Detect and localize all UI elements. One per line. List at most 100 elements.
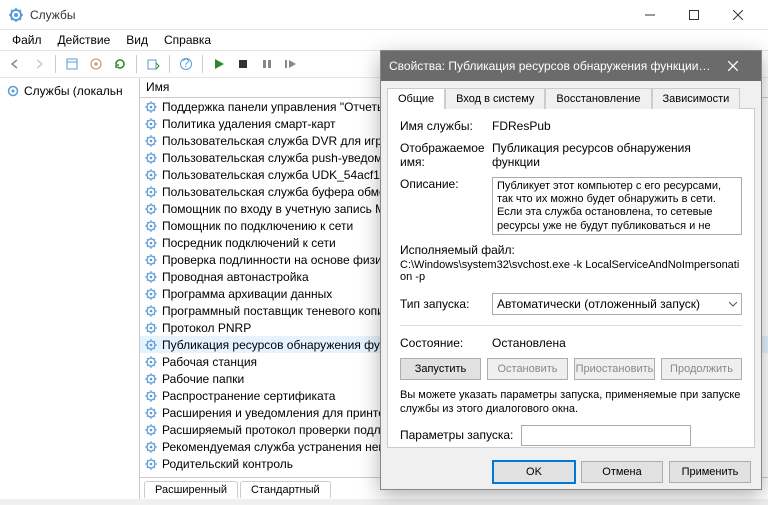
- gear-icon: [144, 423, 158, 437]
- gear-icon: [144, 338, 158, 352]
- dialog-pause-button: Приостановить: [574, 358, 655, 380]
- back-button[interactable]: [4, 53, 26, 75]
- statusbar: [0, 499, 768, 505]
- restart-service-button[interactable]: [280, 53, 302, 75]
- service-name-text: Политика удаления смарт-карт: [162, 117, 336, 131]
- dialog-close-button[interactable]: [713, 51, 753, 81]
- gear-icon: [144, 185, 158, 199]
- label-start-params: Параметры запуска:: [400, 428, 513, 442]
- dialog-tab-recovery[interactable]: Восстановление: [545, 88, 651, 109]
- forward-button[interactable]: [28, 53, 50, 75]
- tb-icon-1[interactable]: [61, 53, 83, 75]
- gear-icon: [144, 304, 158, 318]
- dialog-title: Свойства: Публикация ресурсов обнаружени…: [389, 59, 713, 73]
- service-name-text: Проводная автонастройка: [162, 270, 309, 284]
- dialog-tab-logon[interactable]: Вход в систему: [445, 88, 545, 109]
- dialog-cancel-button[interactable]: Отмена: [581, 461, 663, 483]
- dialog-note: Вы можете указать параметры запуска, при…: [400, 388, 742, 417]
- services-icon: [6, 84, 20, 98]
- label-state: Состояние:: [400, 336, 492, 350]
- gear-icon: [144, 236, 158, 250]
- gear-icon: [144, 406, 158, 420]
- gear-icon: [144, 355, 158, 369]
- gear-icon: [144, 151, 158, 165]
- gear-icon: [144, 168, 158, 182]
- dialog-titlebar[interactable]: Свойства: Публикация ресурсов обнаружени…: [381, 51, 761, 81]
- label-display-name: Отображаемое имя:: [400, 141, 492, 169]
- close-button[interactable]: [716, 0, 760, 30]
- dialog-footer: OK Отмена Применить: [381, 454, 761, 490]
- gear-icon: [144, 100, 158, 114]
- sidebar-root-node[interactable]: Службы (локальн: [4, 82, 135, 100]
- service-name-text: Родительский контроль: [162, 457, 293, 471]
- chevron-down-icon: [729, 300, 737, 308]
- value-display-name: Публикация ресурсов обнаружения функции: [492, 141, 742, 169]
- gear-icon: [144, 117, 158, 131]
- start-params-input[interactable]: [521, 425, 691, 446]
- menu-view[interactable]: Вид: [118, 31, 156, 49]
- gear-icon: [144, 321, 158, 335]
- gear-icon: [144, 219, 158, 233]
- stop-service-button[interactable]: [232, 53, 254, 75]
- tb-refresh-icon[interactable]: [109, 53, 131, 75]
- gear-icon: [144, 372, 158, 386]
- minimize-button[interactable]: [628, 0, 672, 30]
- properties-dialog: Свойства: Публикация ресурсов обнаружени…: [380, 50, 762, 490]
- service-name-text: Помощник по подключению к сети: [162, 219, 353, 233]
- gear-icon: [144, 253, 158, 267]
- dialog-start-button[interactable]: Запустить: [400, 358, 481, 380]
- pause-service-button[interactable]: [256, 53, 278, 75]
- service-name-text: Посредник подключений к сети: [162, 236, 336, 250]
- value-service-name: FDResPub: [492, 119, 742, 133]
- dialog-apply-button[interactable]: Применить: [669, 461, 751, 483]
- sidebar-root-label: Службы (локальн: [24, 84, 123, 98]
- dialog-tab-dependencies[interactable]: Зависимости: [652, 88, 741, 109]
- menubar: Файл Действие Вид Справка: [0, 30, 768, 50]
- service-name-text: Рабочая станция: [162, 355, 257, 369]
- services-icon: [8, 7, 24, 23]
- menu-action[interactable]: Действие: [50, 31, 119, 49]
- label-startup-type: Тип запуска:: [400, 297, 492, 311]
- value-state: Остановлена: [492, 336, 742, 350]
- service-name-text: Протокол PNRP: [162, 321, 251, 335]
- dialog-tab-general[interactable]: Общие: [387, 88, 445, 109]
- service-name-text: Рабочие папки: [162, 372, 244, 386]
- service-name-text: Программа архивации данных: [162, 287, 332, 301]
- startup-type-dropdown[interactable]: Автоматически (отложенный запуск): [492, 293, 742, 315]
- tab-standard[interactable]: Стандартный: [240, 481, 331, 498]
- label-service-name: Имя службы:: [400, 119, 492, 133]
- maximize-button[interactable]: [672, 0, 716, 30]
- dialog-tabs: Общие Вход в систему Восстановление Зави…: [381, 81, 761, 108]
- dialog-ok-button[interactable]: OK: [493, 461, 575, 483]
- tb-help-icon[interactable]: ?: [175, 53, 197, 75]
- tab-extended[interactable]: Расширенный: [144, 481, 238, 498]
- gear-icon: [144, 270, 158, 284]
- startup-type-value: Автоматически (отложенный запуск): [497, 297, 700, 311]
- description-textarea[interactable]: Публикует этот компьютер с его ресурсами…: [492, 177, 742, 235]
- menu-help[interactable]: Справка: [156, 31, 219, 49]
- label-description: Описание:: [400, 177, 492, 235]
- tb-export-icon[interactable]: [142, 53, 164, 75]
- dialog-stop-button: Остановить: [487, 358, 568, 380]
- gear-icon: [144, 202, 158, 216]
- dialog-body: Имя службы: FDResPub Отображаемое имя: П…: [387, 108, 755, 448]
- gear-icon: [144, 457, 158, 471]
- gear-icon: [144, 440, 158, 454]
- label-exe: Исполняемый файл:: [400, 243, 742, 257]
- dialog-resume-button: Продолжить: [661, 358, 742, 380]
- svg-text:?: ?: [183, 57, 190, 70]
- start-service-button[interactable]: [208, 53, 230, 75]
- service-name-text: Пользовательская служба UDK_54acf1a: [162, 168, 387, 182]
- sidebar: Службы (локальн: [0, 78, 140, 499]
- value-exe-path: C:\Windows\system32\svchost.exe -k Local…: [400, 259, 742, 283]
- service-name-text: Публикация ресурсов обнаружения функции: [162, 338, 412, 352]
- service-name-text: Расширения и уведомления для принтеров: [162, 406, 405, 420]
- gear-icon: [144, 287, 158, 301]
- window-title: Службы: [30, 8, 628, 22]
- main-titlebar: Службы: [0, 0, 768, 30]
- gear-icon: [144, 389, 158, 403]
- service-name-text: Распространение сертификата: [162, 389, 335, 403]
- menu-file[interactable]: Файл: [4, 31, 50, 49]
- gear-icon: [144, 134, 158, 148]
- tb-properties-icon[interactable]: [85, 53, 107, 75]
